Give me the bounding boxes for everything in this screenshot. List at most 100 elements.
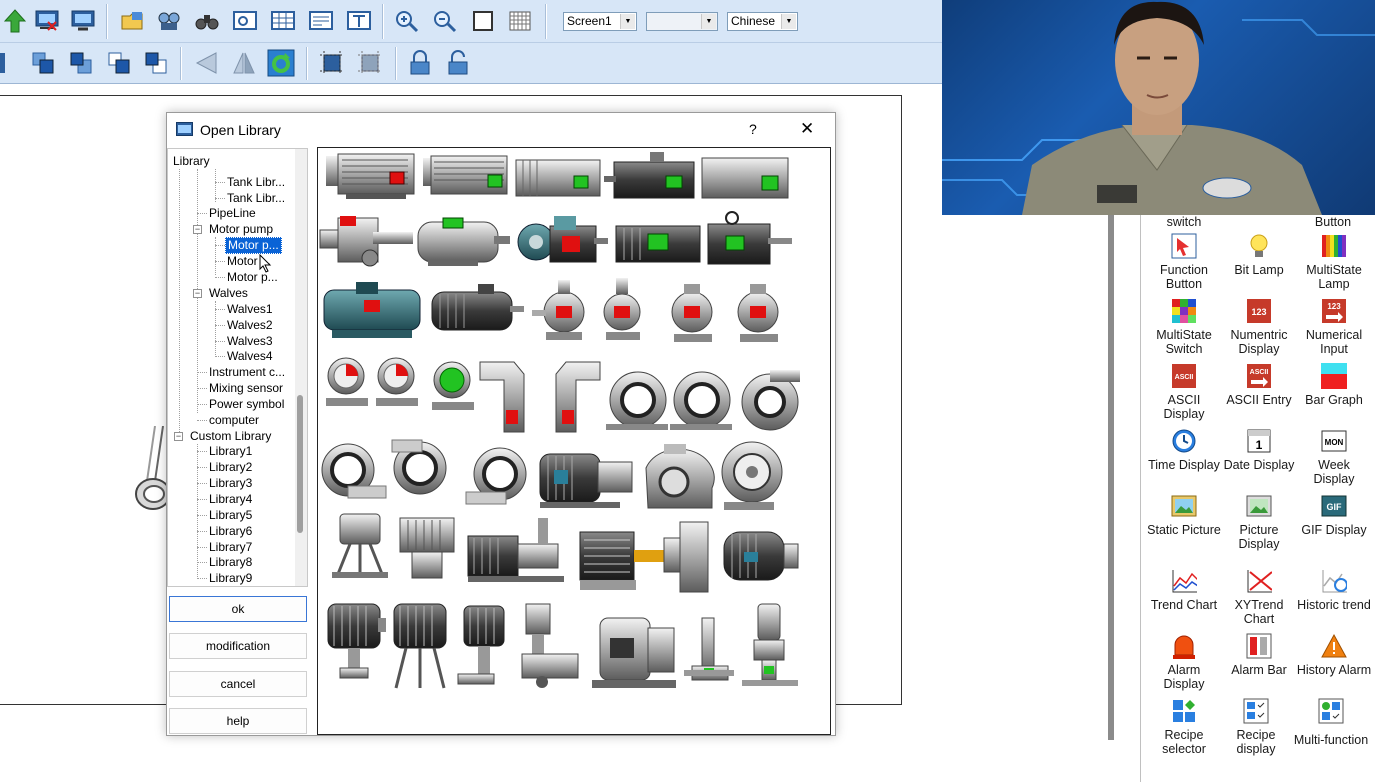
tree-item-power-symbol[interactable]: Power symbol bbox=[209, 397, 284, 412]
object-bar-graph[interactable]: Bar Graph bbox=[1296, 363, 1372, 407]
object-ascii-entry[interactable]: ASCII ASCII Entry bbox=[1221, 363, 1297, 407]
pump-thumb[interactable] bbox=[326, 153, 415, 199]
language-select[interactable]: Chinese ▼ bbox=[727, 12, 798, 31]
find-replace-icon[interactable] bbox=[154, 6, 184, 36]
ungroup-icon[interactable] bbox=[355, 48, 385, 78]
tree-item-library5[interactable]: Library5 bbox=[209, 508, 252, 523]
tree-item-motor-pump-1[interactable]: Motor p... bbox=[225, 237, 282, 254]
group-icon[interactable] bbox=[317, 48, 347, 78]
tree-item-library6[interactable]: Library6 bbox=[209, 524, 252, 539]
object-time-display[interactable]: Time Display bbox=[1146, 428, 1222, 472]
modification-button[interactable]: modification bbox=[169, 633, 307, 659]
object-partial-button[interactable]: Button bbox=[1295, 215, 1371, 229]
zoom-in-icon[interactable] bbox=[392, 6, 422, 36]
tree-item-library[interactable]: Library bbox=[173, 154, 210, 169]
zoom-out-icon[interactable] bbox=[430, 6, 460, 36]
tree-item-library8[interactable]: Library8 bbox=[209, 555, 252, 570]
rotate-icon[interactable] bbox=[266, 48, 296, 78]
flip-left-icon[interactable] bbox=[192, 48, 222, 78]
object-multistate-lamp[interactable]: MultiState Lamp bbox=[1296, 233, 1372, 291]
send-backward-icon[interactable] bbox=[141, 48, 171, 78]
tree-item-instrument[interactable]: Instrument c... bbox=[209, 365, 285, 380]
object-numeric-display[interactable]: 123 Numentric Display bbox=[1221, 298, 1297, 356]
calendar-icon: 1 bbox=[1246, 428, 1272, 454]
monitor-icon[interactable] bbox=[68, 6, 98, 36]
object-alarm-display[interactable]: Alarm Display bbox=[1146, 633, 1222, 691]
library-preview-gallery[interactable] bbox=[317, 147, 831, 735]
cancel-button[interactable]: cancel bbox=[169, 671, 307, 697]
object-static-picture[interactable]: Static Picture bbox=[1146, 493, 1222, 537]
screen-select[interactable]: Screen1 ▼ bbox=[563, 12, 637, 31]
grid-table-icon[interactable] bbox=[268, 6, 298, 36]
tree-item-tank-library-1[interactable]: Tank Libr... bbox=[227, 175, 285, 190]
tree-item-custom-library[interactable]: Custom Library bbox=[190, 429, 271, 444]
object-label: Bit Lamp bbox=[1234, 263, 1284, 277]
object-xytrend-chart[interactable]: XYTrend Chart bbox=[1221, 568, 1297, 626]
object-recipe-selector[interactable]: Recipe selector bbox=[1146, 698, 1222, 756]
toolbar-top: Screen1 ▼ ▼ Chinese ▼ bbox=[0, 0, 942, 43]
tree-item-library1[interactable]: Library1 bbox=[209, 444, 252, 459]
open-folder-icon[interactable] bbox=[118, 6, 148, 36]
bring-front-icon[interactable] bbox=[28, 48, 58, 78]
object-label: ASCII Entry bbox=[1226, 393, 1292, 407]
dialog-titlebar[interactable]: Open Library ? ✕ bbox=[167, 113, 835, 145]
tree-item-walves2[interactable]: Walves2 bbox=[227, 318, 273, 333]
tree-item-walves[interactable]: Walves bbox=[209, 286, 248, 301]
tree-scrollbar-thumb[interactable] bbox=[297, 395, 303, 533]
tree-item-library9[interactable]: Library9 bbox=[209, 571, 252, 586]
object-historic-trend[interactable]: Historic trend bbox=[1296, 568, 1372, 612]
lock-icon[interactable] bbox=[405, 48, 435, 78]
panel-scrollbar[interactable] bbox=[1108, 215, 1114, 740]
disconnect-icon[interactable] bbox=[32, 6, 62, 36]
object-partial-switch[interactable]: switch bbox=[1146, 215, 1222, 229]
object-history-alarm[interactable]: History Alarm bbox=[1296, 633, 1372, 677]
object-bit-lamp[interactable]: Bit Lamp bbox=[1221, 233, 1297, 277]
object-recipe-display[interactable]: Recipe display bbox=[1218, 698, 1294, 756]
tree-item-computer[interactable]: computer bbox=[209, 413, 259, 428]
help-button[interactable]: help bbox=[169, 708, 307, 734]
tree-item-tank-library-2[interactable]: Tank Libr... bbox=[227, 191, 285, 206]
svg-text:MON: MON bbox=[1325, 438, 1344, 447]
object-picture-display[interactable]: Picture Display bbox=[1221, 493, 1297, 551]
tree-item-walves4[interactable]: Walves4 bbox=[227, 349, 273, 364]
object-ascii-display[interactable]: ASCII ASCII Display bbox=[1146, 363, 1222, 421]
object-date-display[interactable]: 1 Date Display bbox=[1221, 428, 1297, 472]
window-icon[interactable] bbox=[230, 6, 260, 36]
tree-item-library4[interactable]: Library4 bbox=[209, 492, 252, 507]
object-trend-chart[interactable]: Trend Chart bbox=[1146, 568, 1222, 612]
fit-screen-icon[interactable] bbox=[468, 6, 498, 36]
object-gif-display[interactable]: GIF GIF Display bbox=[1296, 493, 1372, 537]
object-function-button[interactable]: Function Button bbox=[1146, 233, 1222, 291]
mirror-icon[interactable] bbox=[229, 48, 259, 78]
tree-collapse-icon[interactable]: − bbox=[193, 289, 202, 298]
tree-collapse-icon[interactable]: − bbox=[193, 225, 202, 234]
bring-forward-icon[interactable] bbox=[104, 48, 134, 78]
tree-item-motor-pump[interactable]: Motor pump bbox=[209, 222, 273, 237]
blank-select[interactable]: ▼ bbox=[646, 12, 718, 31]
tree-item-pipeline[interactable]: PipeLine bbox=[209, 206, 256, 221]
object-multistate-switch[interactable]: MultiState Switch bbox=[1146, 298, 1222, 356]
send-back-icon[interactable] bbox=[66, 48, 96, 78]
close-icon[interactable]: ✕ bbox=[800, 119, 814, 139]
binoculars-icon[interactable] bbox=[192, 6, 222, 36]
tree-item-library3[interactable]: Library3 bbox=[209, 476, 252, 491]
object-alarm-bar[interactable]: Alarm Bar bbox=[1221, 633, 1297, 677]
tree-scrollbar[interactable] bbox=[295, 149, 307, 586]
tree-item-library7[interactable]: Library7 bbox=[209, 540, 252, 555]
grid-icon[interactable] bbox=[505, 6, 535, 36]
layout-icon[interactable] bbox=[306, 6, 336, 36]
library-tree[interactable]: Library Tank Libr... Tank Libr... PipeLi… bbox=[167, 148, 308, 587]
tree-item-mixing-sensor[interactable]: Mixing sensor bbox=[209, 381, 283, 396]
tree-item-walves3[interactable]: Walves3 bbox=[227, 334, 273, 349]
ok-button[interactable]: ok bbox=[169, 596, 307, 622]
tree-collapse-icon[interactable]: − bbox=[174, 432, 183, 441]
help-icon[interactable]: ? bbox=[749, 121, 757, 137]
object-week-display[interactable]: MON Week Display bbox=[1296, 428, 1372, 486]
text-icon[interactable] bbox=[344, 6, 374, 36]
up-arrow-icon[interactable] bbox=[0, 6, 30, 36]
object-numerical-input[interactable]: 123 Numerical Input bbox=[1296, 298, 1372, 356]
tree-item-walves1[interactable]: Walves1 bbox=[227, 302, 273, 317]
tree-item-library2[interactable]: Library2 bbox=[209, 460, 252, 475]
unlock-icon[interactable] bbox=[443, 48, 473, 78]
object-multi-function[interactable]: Multi-function bbox=[1293, 698, 1369, 747]
